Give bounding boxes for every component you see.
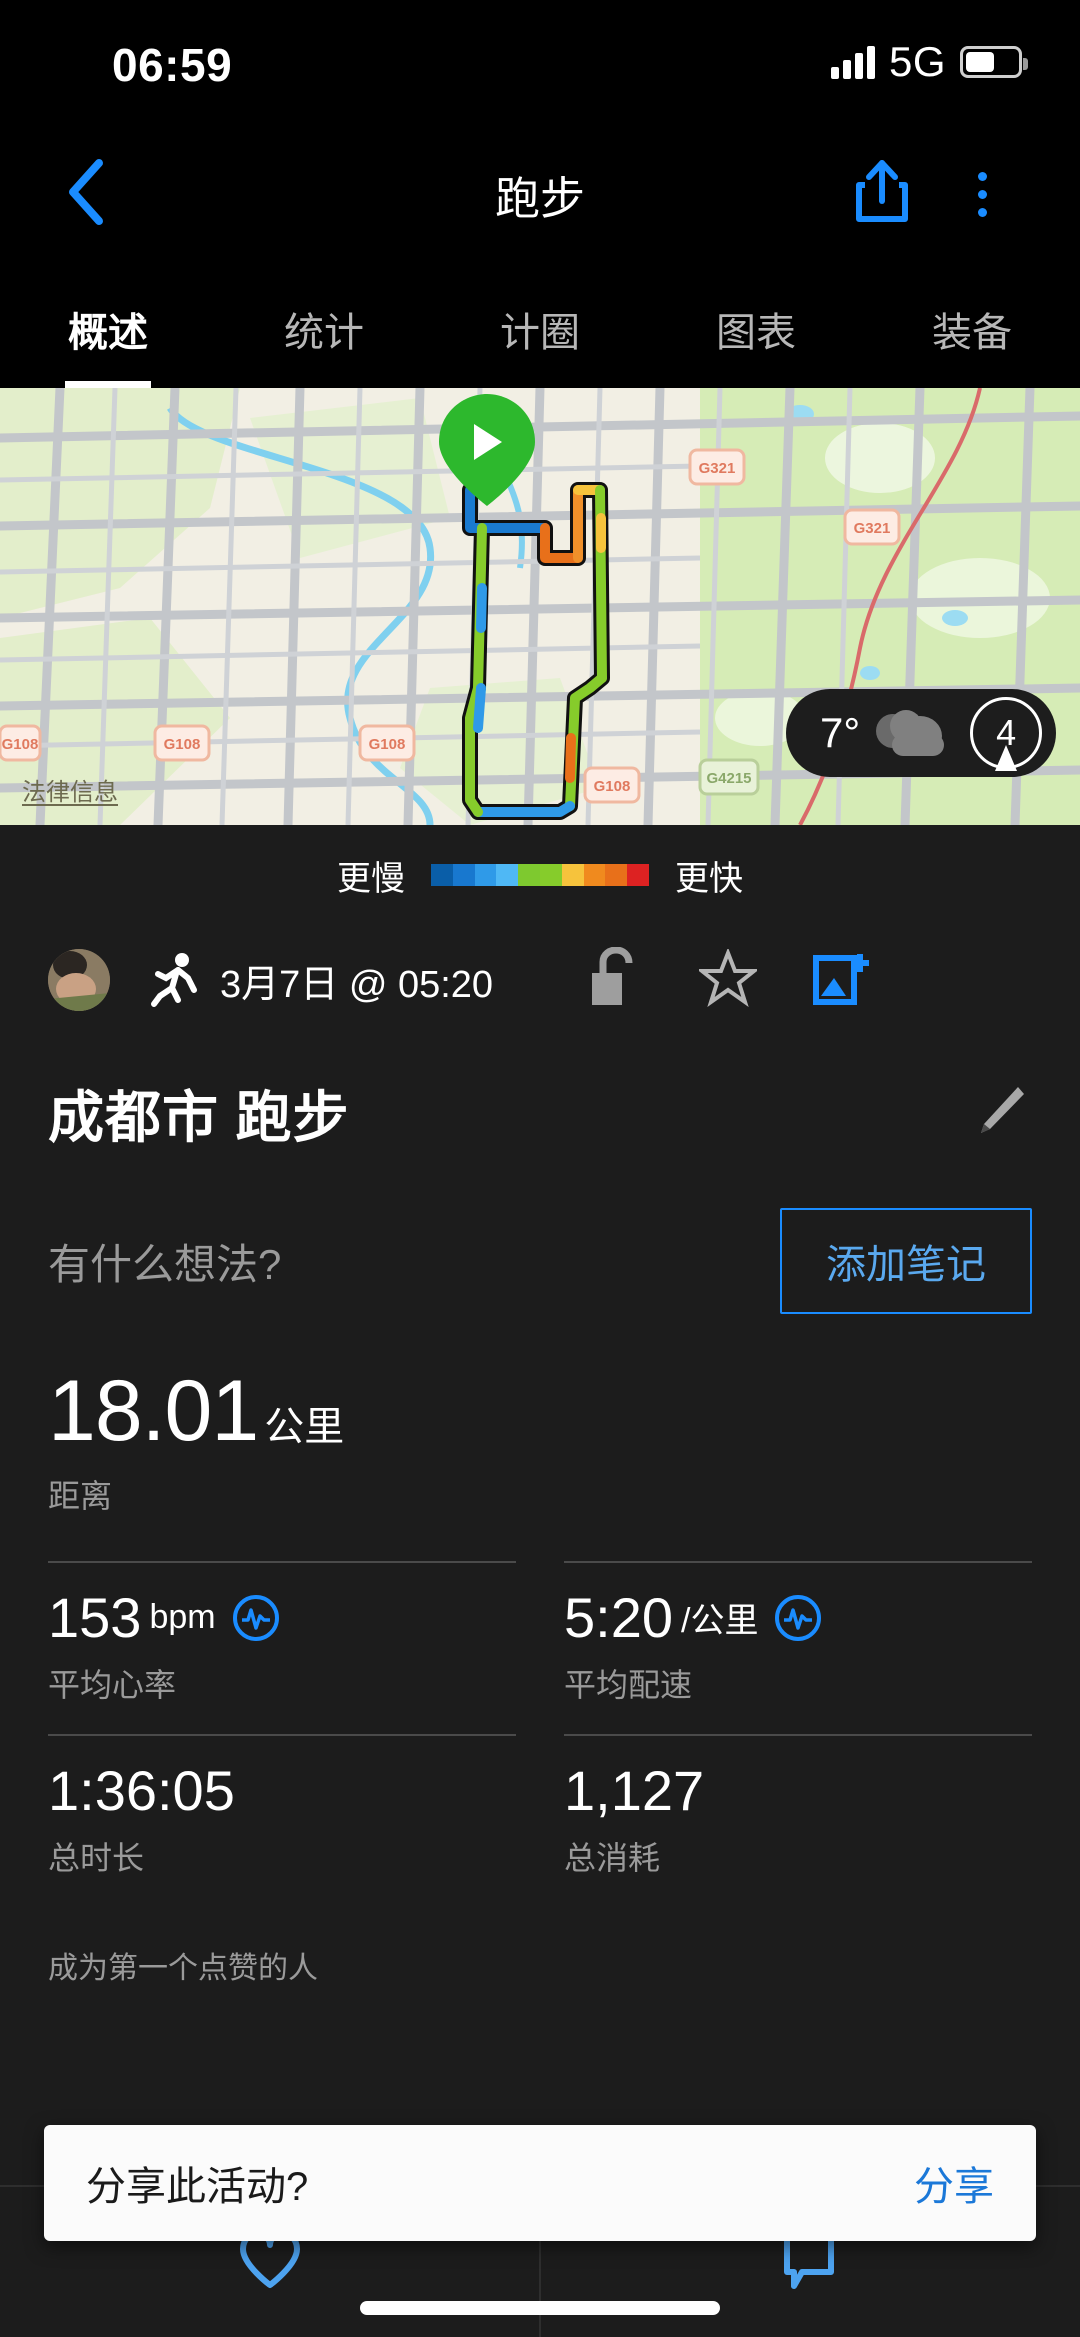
map-legal-info-link[interactable]: 法律信息 (22, 772, 118, 807)
note-row: 有什么想法? 添加笔记 (0, 1154, 1080, 1314)
activity-datetime: 3月7日 @ 05:20 (220, 963, 494, 1006)
stat-total-calories: 1,127 总消耗 (564, 1734, 1032, 1907)
like-hint-text: 成为第一个点赞的人 (48, 1952, 318, 1985)
chevron-left-icon (65, 157, 111, 232)
edit-activity-button[interactable] (968, 1082, 1032, 1146)
distance-label: 距离 (48, 1478, 113, 1514)
compass-needle-icon (995, 745, 1018, 771)
stat-value: 5:20 (564, 1586, 673, 1649)
tab-statistics[interactable]: 统计 (216, 270, 432, 388)
battery-icon (960, 46, 1028, 78)
more-vertical-icon (977, 171, 987, 217)
star-outline-icon (696, 946, 760, 1012)
status-bar-indicators: 5G (830, 38, 1028, 86)
stat-label: 平均心率 (48, 1667, 177, 1703)
running-icon (148, 952, 202, 1008)
stat-label: 平均配速 (564, 1667, 693, 1703)
activity-meta-row: 3月7日 @ 05:20 (0, 925, 1080, 1035)
avatar[interactable] (48, 949, 110, 1011)
share-icon (853, 159, 911, 230)
svg-text:G108: G108 (369, 736, 406, 753)
status-bar: 06:59 5G (0, 0, 1080, 118)
stat-value: 1:36:05 (48, 1759, 235, 1822)
activity-title-row: 成都市 跑步 (0, 1035, 1080, 1154)
stats-grid: 153 bpm 平均心率 5:20 /公里 平均配速 1:36:05 总时长 1… (0, 1561, 1080, 1907)
svg-text:G108: G108 (594, 778, 631, 795)
activity-detail-screen: 06:59 5G 跑步 概述 统计 计圈 图表 装备 G321 G321 G10… (0, 0, 1080, 2337)
tab-laps[interactable]: 计圈 (432, 270, 648, 388)
privacy-toggle[interactable] (575, 941, 653, 1019)
note-input[interactable]: 有什么想法? (48, 1231, 281, 1292)
pace-waveform-icon (774, 1594, 822, 1642)
stat-value: 1,127 (564, 1759, 705, 1822)
legend-slower-label: 更慢 (337, 859, 405, 898)
pencil-icon (972, 1083, 1028, 1144)
svg-text:G108: G108 (164, 736, 201, 753)
add-photo-icon (812, 948, 872, 1013)
cloudy-icon (876, 710, 954, 756)
add-photo-button[interactable] (803, 941, 881, 1019)
stat-label: 总时长 (48, 1840, 145, 1876)
speed-legend: 更慢 更快 (0, 825, 1080, 925)
add-note-button[interactable]: 添加笔记 (780, 1208, 1032, 1314)
unlock-icon (589, 945, 639, 1014)
svg-text:G321: G321 (854, 520, 891, 537)
stat-value: 153 (48, 1586, 142, 1649)
share-button[interactable] (842, 154, 922, 234)
weather-widget[interactable]: 7° 4 (786, 689, 1056, 777)
distance-value: 18.01 (48, 1363, 259, 1459)
tab-bar: 概述 统计 计圈 图表 装备 (0, 270, 1080, 388)
snackbar-message: 分享此活动? (86, 2165, 309, 2209)
tab-overview[interactable]: 概述 (0, 270, 216, 388)
compass-icon: 4 (970, 697, 1043, 771)
primary-stat-distance: 18.01 公里 距离 (0, 1314, 1080, 1517)
more-options-button[interactable] (954, 158, 1010, 230)
svg-text:G108: G108 (2, 736, 39, 753)
activity-title: 成都市 跑步 (48, 1086, 350, 1149)
stat-unit: bpm (149, 1598, 216, 1636)
favorite-button[interactable] (689, 941, 767, 1019)
cellular-bars-icon (830, 45, 875, 79)
stat-avg-heartrate: 153 bpm 平均心率 (48, 1561, 516, 1734)
home-indicator[interactable] (360, 2301, 720, 2315)
back-button[interactable] (48, 154, 128, 234)
svg-text:G4215: G4215 (706, 770, 751, 787)
snackbar-share-action[interactable]: 分享 (914, 2154, 994, 2212)
heartrate-waveform-icon (232, 1594, 280, 1642)
share-snackbar: 分享此活动? 分享 (44, 2125, 1036, 2241)
network-type-label: 5G (888, 38, 946, 85)
stat-total-time: 1:36:05 总时长 (48, 1734, 516, 1907)
stat-unit: /公里 (681, 1602, 759, 1640)
tab-gear[interactable]: 装备 (864, 270, 1080, 388)
weather-temperature: 7° (820, 709, 861, 756)
tab-charts[interactable]: 图表 (648, 270, 864, 388)
stat-label: 总消耗 (564, 1840, 661, 1876)
legend-color-scale (431, 864, 649, 886)
status-bar-time: 06:59 (112, 39, 233, 91)
legend-faster-label: 更快 (675, 859, 743, 898)
svg-text:G321: G321 (699, 460, 736, 477)
distance-unit: 公里 (264, 1405, 345, 1449)
nav-bar: 跑步 (0, 118, 1080, 270)
stat-avg-pace: 5:20 /公里 平均配速 (564, 1561, 1032, 1734)
route-map[interactable]: G321 G321 G108 G108 G108 G4215 G108 法律信息… (0, 388, 1080, 825)
